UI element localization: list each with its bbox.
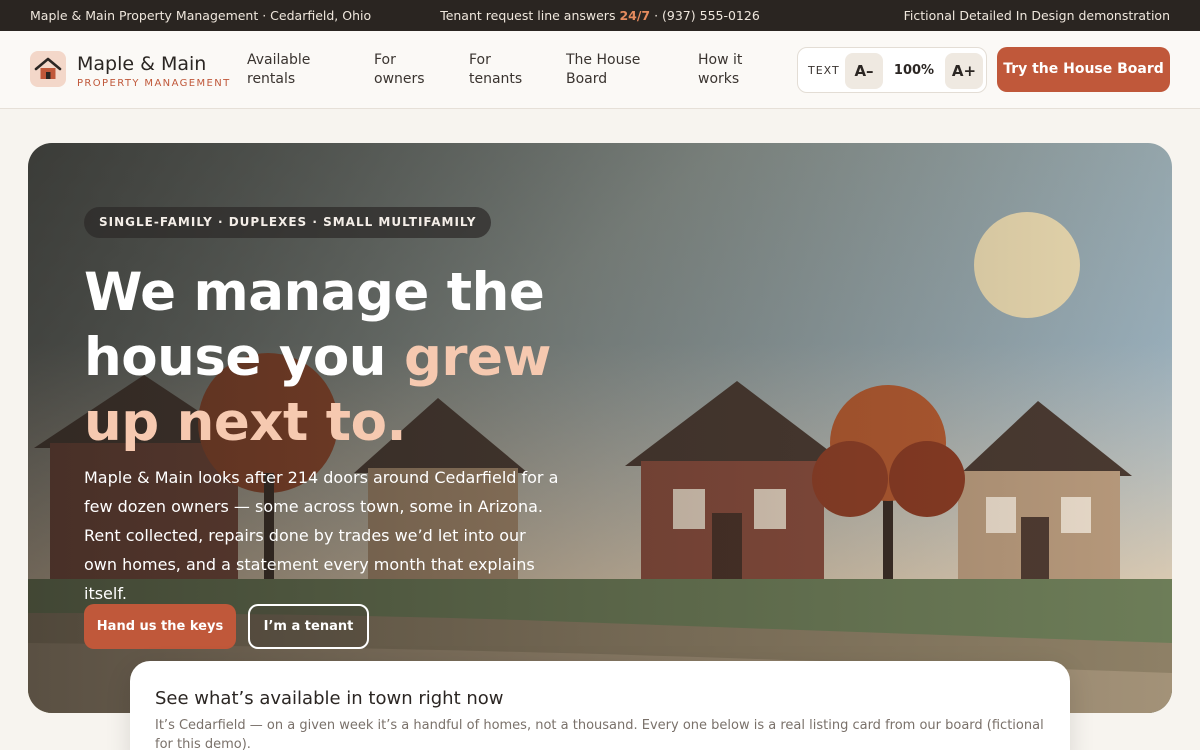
try-house-board-button[interactable]: Try the House Board (997, 47, 1170, 92)
nav-label: Available (247, 52, 311, 68)
text-size-value: 100% (893, 63, 935, 78)
house-icon[interactable] (30, 51, 66, 87)
nav-label: works (698, 71, 740, 87)
hand-us-keys-button[interactable]: Hand us the keys (84, 604, 236, 649)
nav-label: Board (566, 71, 608, 87)
hero-headline: We manage the house you grew up next to. (84, 260, 554, 455)
nav-label: tenants (469, 71, 523, 87)
nav-label: For (469, 52, 491, 68)
availability-text: It’s Cedarfield — on a given week it’s a… (155, 718, 1044, 750)
nav-label: owners (374, 71, 425, 87)
announcement-bar: Maple & Main Property Management · Cedar… (0, 0, 1200, 31)
availability-title: See what’s available in town right now (155, 688, 504, 709)
nav-house-board[interactable]: The House Board (566, 51, 640, 89)
property-types-badge: SINGLE-FAMILY · DUPLEXES · SMALL MULTIFA… (84, 207, 492, 238)
nav-for-owners[interactable]: For owners (374, 51, 425, 89)
request-line-prefix: Tenant request line answers (440, 8, 620, 23)
nav-for-tenants[interactable]: For tenants (469, 51, 522, 89)
nav-label: For (374, 52, 396, 68)
tenant-button[interactable]: I’m a tenant (248, 604, 369, 649)
decrease-text-button[interactable]: A– (845, 53, 883, 89)
brand-name[interactable]: Maple & Main (77, 53, 206, 75)
nav-available-rentals[interactable]: Available rentals (247, 51, 310, 89)
availability-card: See what’s available in town right now I… (130, 661, 1070, 750)
hero-section: SINGLE-FAMILY · DUPLEXES · SMALL MULTIFA… (28, 143, 1172, 713)
demo-notice: Fictional Detailed In Design demonstrati… (903, 8, 1170, 23)
site-header: Maple & Main PROPERTY MANAGEMENT Availab… (0, 31, 1200, 109)
text-size-label: TEXT (808, 64, 840, 77)
brand-tagline: PROPERTY MANAGEMENT (77, 78, 231, 89)
nav-label: How it (698, 52, 743, 68)
nav-label: rentals (247, 71, 296, 87)
nav-how-it-works[interactable]: How it works (698, 51, 742, 89)
increase-text-button[interactable]: A+ (945, 53, 983, 89)
request-line-phone[interactable]: · (937) 555-0126 (650, 8, 760, 23)
hero-description: Maple & Main looks after 214 doors aroun… (84, 468, 559, 603)
text-size-control: TEXT A– 100% A+ (797, 47, 987, 93)
request-line-hours: 24/7 (619, 8, 651, 23)
nav-label: The House (566, 52, 641, 68)
